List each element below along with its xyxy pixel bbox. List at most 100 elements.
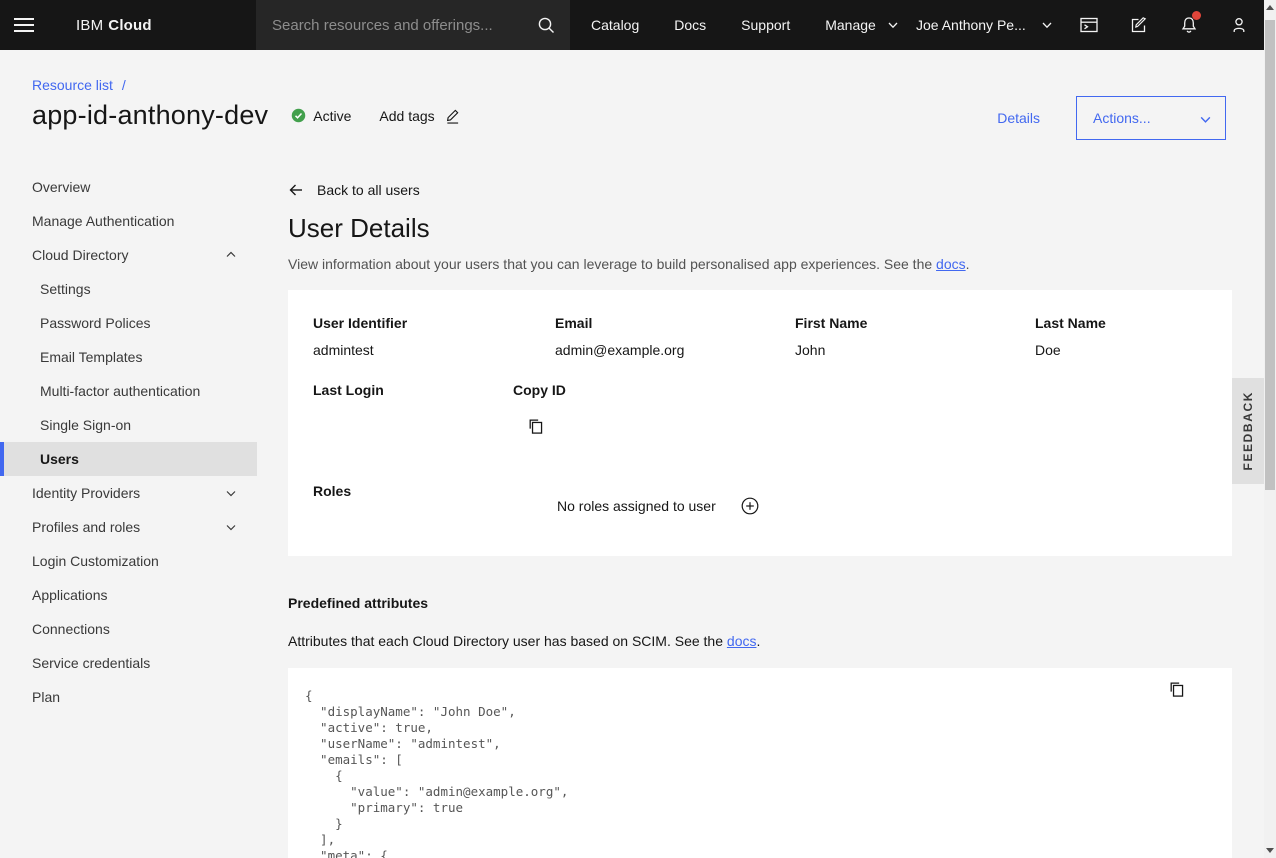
code-line: { bbox=[305, 768, 1232, 784]
scrollbar-up-arrow[interactable] bbox=[1266, 5, 1274, 10]
sidebar-item-password-polices[interactable]: Password Polices bbox=[0, 306, 257, 340]
page-scrollbar[interactable] bbox=[1264, 0, 1276, 858]
code-line: "meta": { bbox=[305, 848, 1232, 858]
last-login-label: Last Login bbox=[313, 381, 384, 399]
menu-button[interactable] bbox=[0, 0, 48, 50]
feedback-label: FEEDBACK bbox=[1241, 391, 1255, 470]
brand-suffix: Cloud bbox=[108, 17, 152, 34]
roles-label: Roles bbox=[313, 482, 351, 500]
sidebar-item-service-credentials[interactable]: Service credentials bbox=[0, 646, 257, 680]
chevron-down-icon bbox=[225, 487, 237, 499]
code-line: ], bbox=[305, 832, 1232, 848]
sidebar-item-single-sign-on[interactable]: Single Sign-on bbox=[0, 408, 257, 442]
brand-logo[interactable]: IBM Cloud bbox=[76, 0, 152, 50]
sidebar-item-multi-factor-authentication[interactable]: Multi-factor authentication bbox=[0, 374, 257, 408]
sidebar-item-login-customization[interactable]: Login Customization bbox=[0, 544, 257, 578]
code-line: } bbox=[305, 816, 1232, 832]
status-label: Active bbox=[313, 108, 351, 124]
sidebar-item-applications[interactable]: Applications bbox=[0, 578, 257, 612]
copy-id-label: Copy ID bbox=[513, 381, 566, 399]
copy-icon bbox=[527, 418, 544, 435]
details-link[interactable]: Details bbox=[997, 110, 1040, 126]
user-info-card: User Identifier Email First Name Last Na… bbox=[288, 290, 1232, 556]
arrow-left-icon bbox=[288, 182, 304, 198]
field-label-last-name: Last Name bbox=[1035, 314, 1106, 332]
add-role-button[interactable] bbox=[741, 497, 759, 515]
web-cli-button[interactable] bbox=[1064, 0, 1114, 50]
code-line: "active": true, bbox=[305, 720, 1232, 736]
user-icon bbox=[1229, 15, 1249, 35]
back-to-all-users-link[interactable]: Back to all users bbox=[288, 182, 420, 198]
field-value-first-name: John bbox=[795, 341, 825, 359]
account-menu[interactable]: Joe Anthony Pe... bbox=[916, 0, 1053, 50]
copy-icon bbox=[1168, 681, 1185, 698]
header-icon-group bbox=[1064, 0, 1264, 50]
main-content: Back to all users User Details View info… bbox=[288, 165, 1232, 858]
sidebar-item-identity-providers[interactable]: Identity Providers bbox=[0, 476, 257, 510]
page-title: app-id-anthony-dev bbox=[32, 100, 268, 131]
copy-snippet-button[interactable] bbox=[1168, 681, 1185, 698]
header-nav: Catalog Docs Support Manage bbox=[591, 0, 899, 50]
code-line: { bbox=[305, 688, 1232, 704]
sidebar-item-settings[interactable]: Settings bbox=[0, 272, 257, 306]
notifications-button[interactable] bbox=[1164, 0, 1214, 50]
docs-link[interactable]: docs bbox=[936, 256, 966, 272]
sidebar-item-manage-authentication[interactable]: Manage Authentication bbox=[0, 204, 257, 238]
field-value-user-identifier: admintest bbox=[313, 341, 374, 359]
edit-icon bbox=[1129, 15, 1149, 35]
predefined-attributes-description: Attributes that each Cloud Directory use… bbox=[288, 632, 1232, 650]
breadcrumb-separator: / bbox=[122, 77, 126, 93]
notification-dot bbox=[1192, 11, 1201, 20]
field-label-email: Email bbox=[555, 314, 592, 332]
sidebar-item-cloud-directory[interactable]: Cloud Directory bbox=[0, 238, 257, 272]
sidebar-item-profiles-and-roles[interactable]: Profiles and roles bbox=[0, 510, 257, 544]
field-label-first-name: First Name bbox=[795, 314, 867, 332]
nav-catalog[interactable]: Catalog bbox=[591, 17, 639, 33]
search-icon bbox=[537, 16, 555, 34]
search-input[interactable] bbox=[256, 17, 522, 34]
profile-button[interactable] bbox=[1214, 0, 1264, 50]
web-cli-icon bbox=[1079, 15, 1099, 35]
roles-empty-text: No roles assigned to user bbox=[557, 497, 716, 515]
doc-feedback-button[interactable] bbox=[1114, 0, 1164, 50]
scim-code-snippet: { "displayName": "John Doe", "active": t… bbox=[288, 668, 1232, 858]
sidebar-item-connections[interactable]: Connections bbox=[0, 612, 257, 646]
hamburger-icon bbox=[14, 14, 34, 36]
feedback-tab[interactable]: FEEDBACK bbox=[1232, 378, 1264, 484]
brand-prefix: IBM bbox=[76, 17, 103, 34]
sidebar-item-plan[interactable]: Plan bbox=[0, 680, 257, 714]
chevron-down-icon bbox=[1041, 19, 1053, 31]
check-circle-icon bbox=[291, 108, 306, 123]
sidebar-item-email-templates[interactable]: Email Templates bbox=[0, 340, 257, 374]
chevron-down-icon bbox=[225, 521, 237, 533]
field-label-user-identifier: User Identifier bbox=[313, 314, 407, 332]
search-button[interactable] bbox=[522, 0, 570, 50]
nav-docs[interactable]: Docs bbox=[674, 17, 706, 33]
predefined-attributes-heading: Predefined attributes bbox=[288, 594, 1232, 612]
sidebar-nav: Overview Manage Authentication Cloud Dir… bbox=[0, 165, 257, 714]
docs-link[interactable]: docs bbox=[727, 633, 757, 649]
breadcrumb-resource-list[interactable]: Resource list bbox=[32, 77, 113, 93]
actions-dropdown[interactable]: Actions... bbox=[1076, 96, 1226, 140]
plus-circle-icon bbox=[741, 497, 759, 515]
header-search bbox=[256, 0, 570, 50]
user-details-description: View information about your users that y… bbox=[288, 255, 1232, 273]
page-header: Resource list / app-id-anthony-dev Active… bbox=[0, 50, 1276, 165]
code-line: "userName": "admintest", bbox=[305, 736, 1232, 752]
sidebar-item-users[interactable]: Users bbox=[0, 442, 257, 476]
copy-id-button[interactable] bbox=[527, 418, 544, 435]
nav-manage[interactable]: Manage bbox=[825, 17, 899, 33]
chevron-up-icon bbox=[225, 249, 237, 261]
chevron-down-icon bbox=[887, 19, 899, 31]
nav-support[interactable]: Support bbox=[741, 17, 790, 33]
account-name: Joe Anthony Pe... bbox=[916, 17, 1026, 33]
sidebar-item-overview[interactable]: Overview bbox=[0, 170, 257, 204]
scrollbar-down-arrow[interactable] bbox=[1266, 848, 1274, 853]
user-details-heading: User Details bbox=[288, 214, 1232, 242]
add-tags-button[interactable]: Add tags bbox=[379, 108, 459, 124]
scrollbar-thumb[interactable] bbox=[1265, 20, 1275, 490]
code-line: "value": "admin@example.org", bbox=[305, 784, 1232, 800]
breadcrumb: Resource list / bbox=[32, 77, 1276, 93]
code-line: "primary": true bbox=[305, 800, 1232, 816]
status-badge: Active bbox=[291, 108, 351, 124]
